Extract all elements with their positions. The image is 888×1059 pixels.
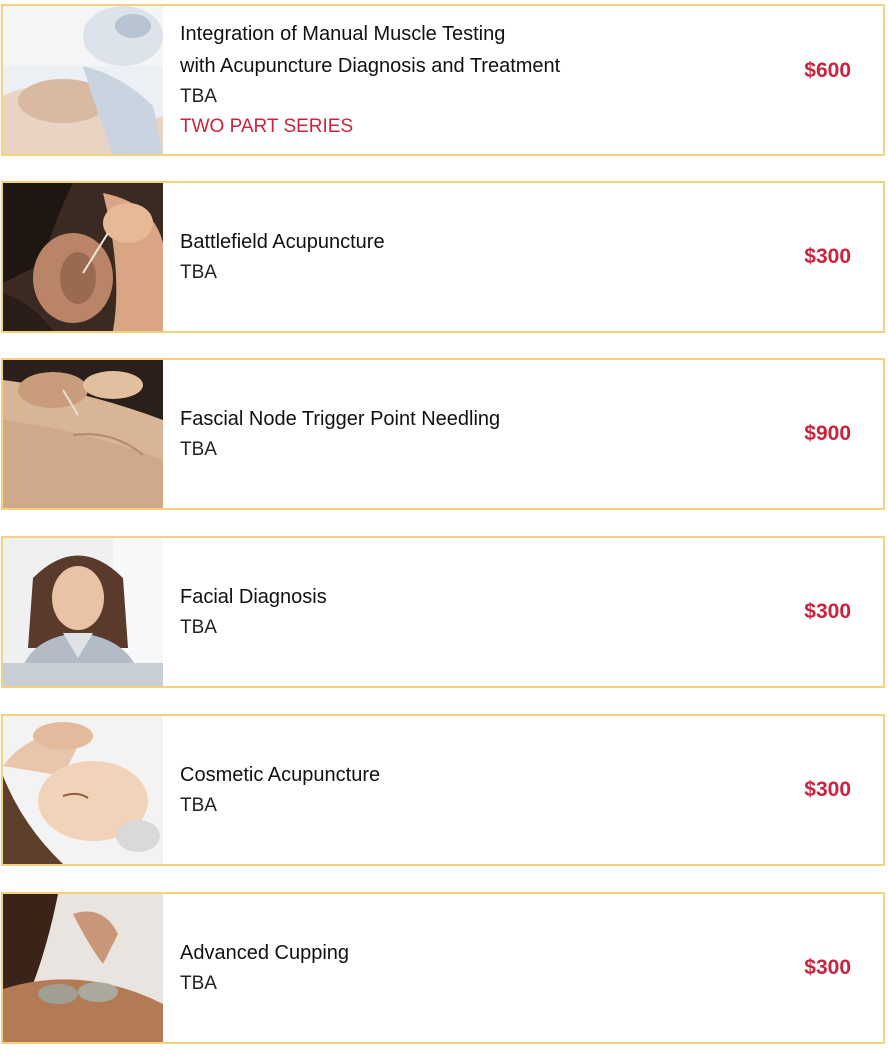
course-info: Fascial Node Trigger Point Needling TBA — [180, 360, 740, 508]
cupping-photo — [3, 894, 163, 1042]
course-date: TBA — [180, 973, 217, 994]
facial-massage-photo — [3, 716, 163, 864]
course-info: Facial Diagnosis TBA — [180, 538, 740, 686]
course-price: $300 — [804, 778, 851, 801]
course-title[interactable]: Advanced Cupping — [180, 937, 740, 969]
course-info: Battlefield Acupuncture TBA — [180, 183, 740, 331]
course-title-line2[interactable]: with Acupuncture Diagnosis and Treatment — [180, 50, 740, 82]
course-date: TBA — [180, 439, 217, 460]
course-title[interactable]: Cosmetic Acupuncture — [180, 759, 740, 791]
course-card-facial-diagnosis[interactable]: Facial Diagnosis TBA $300 — [1, 536, 885, 688]
course-title[interactable]: Facial Diagnosis — [180, 581, 740, 613]
course-title[interactable]: Fascial Node Trigger Point Needling — [180, 403, 740, 435]
course-series-label: TWO PART SERIES — [180, 116, 354, 137]
course-card-fascial-node-needling[interactable]: Fascial Node Trigger Point Needling TBA … — [1, 358, 885, 510]
course-card-advanced-cupping[interactable]: Advanced Cupping TBA $300 — [1, 892, 885, 1044]
course-card-battlefield-acupuncture[interactable]: Battlefield Acupuncture TBA $300 — [1, 181, 885, 333]
course-info: Advanced Cupping TBA — [180, 894, 740, 1042]
course-price: $300 — [804, 956, 851, 979]
course-title[interactable]: Battlefield Acupuncture — [180, 226, 740, 258]
course-date: TBA — [180, 86, 217, 107]
course-date: TBA — [180, 795, 217, 816]
course-date: TBA — [180, 262, 217, 283]
manual-muscle-testing-photo — [3, 6, 163, 154]
course-card-manual-muscle-testing[interactable]: Integration of Manual Muscle Testing wit… — [1, 4, 885, 156]
course-title-line1[interactable]: Integration of Manual Muscle Testing — [180, 18, 740, 50]
course-price: $300 — [804, 245, 851, 268]
course-card-cosmetic-acupuncture[interactable]: Cosmetic Acupuncture TBA $300 — [1, 714, 885, 866]
course-price: $600 — [804, 59, 851, 82]
course-info: Cosmetic Acupuncture TBA — [180, 716, 740, 864]
course-price: $300 — [804, 600, 851, 623]
course-date: TBA — [180, 617, 217, 638]
smiling-woman-photo — [3, 538, 163, 686]
needling-photo — [3, 360, 163, 508]
course-list: Integration of Manual Muscle Testing wit… — [0, 0, 888, 1059]
course-info: Integration of Manual Muscle Testing wit… — [180, 6, 740, 154]
ear-acupuncture-photo — [3, 183, 163, 331]
course-price: $900 — [804, 422, 851, 445]
